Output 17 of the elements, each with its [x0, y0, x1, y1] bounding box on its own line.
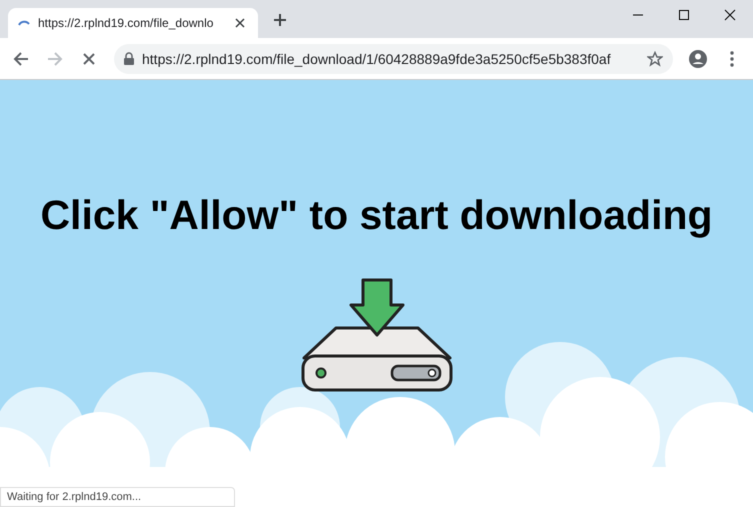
tab-title: https://2.rplnd19.com/file_downlo [38, 16, 214, 30]
menu-icon [730, 50, 734, 66]
url-text: https://2.rplnd19.com/file_download/1/60428889a9fde3a5250cf5e5b383f0af [142, 50, 612, 66]
browser-tab[interactable]: https://2.rplnd19.com/file_downlo [8, 8, 258, 38]
page-heading: Click "Allow" to start downloading [39, 191, 714, 239]
star-icon[interactable] [647, 50, 663, 66]
account-icon [688, 48, 708, 68]
close-icon [724, 9, 736, 21]
close-icon [235, 18, 245, 28]
forward-arrow-icon [47, 50, 63, 66]
lock-icon [124, 52, 134, 65]
address-bar[interactable]: https://2.rplnd19.com/file_download/1/60428889a9fde3a5250cf5e5b383f0af [114, 44, 673, 74]
stop-icon [82, 52, 96, 66]
status-bar: Waiting for 2.rplnd19.com... [0, 487, 235, 507]
plus-icon [273, 13, 287, 27]
back-arrow-icon [13, 50, 29, 66]
maximize-icon [678, 9, 690, 21]
